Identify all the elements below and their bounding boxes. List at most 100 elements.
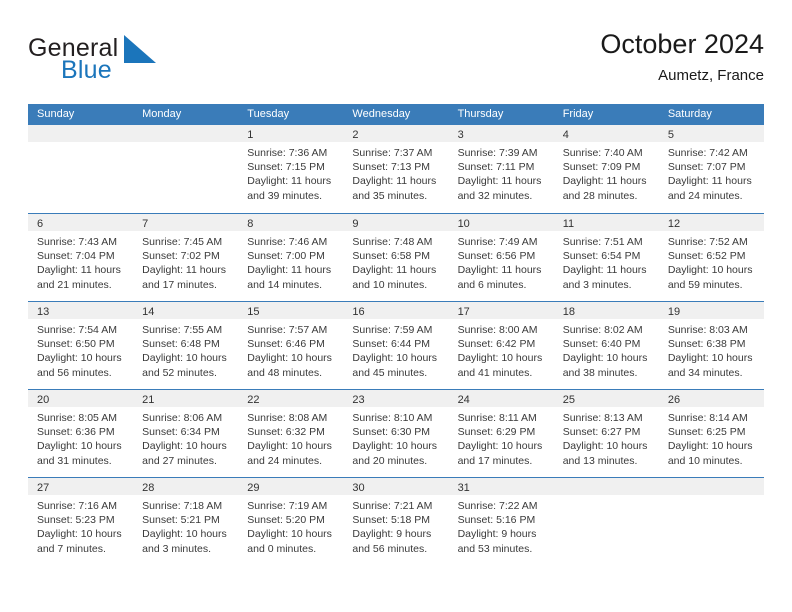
day-detail-line: Daylight: 10 hours: [142, 440, 227, 453]
day-detail-line: Sunrise: 7:42 AM: [667, 147, 748, 159]
day-detail-line: and 31 minutes.: [37, 454, 112, 467]
day-cell[interactable]: 25 Sunrise: 8:13 AM Sunset: 6:27 PM Dayligh…: [553, 390, 659, 477]
day-detail-line: Sunrise: 7:40 AM: [562, 147, 643, 159]
day-number-band: 7: [133, 214, 239, 231]
day-cell[interactable]: 4 Sunrise: 7:40 AM Sunset: 7:09 PM Daylight…: [553, 125, 659, 213]
day-cell[interactable]: 28 Sunrise: 7:18 AM Sunset: 5:21 PM Dayligh…: [133, 478, 239, 565]
day-cell[interactable]: 8 Sunrise: 7:46 AM Sunset: 7:00 PM Daylight…: [238, 214, 344, 301]
day-detail-line: Sunrise: 8:00 AM: [457, 324, 538, 336]
day-cell-empty: [133, 125, 239, 213]
day-number-band: [28, 125, 134, 142]
weekday-header-friday: Friday: [562, 108, 594, 120]
day-detail-line: Sunrise: 7:52 AM: [667, 236, 748, 248]
day-cell[interactable]: 2 Sunrise: 7:37 AM Sunset: 7:13 PM Daylight…: [343, 125, 449, 213]
day-detail-line: Sunrise: 7:21 AM: [352, 500, 433, 512]
day-cell-empty: [553, 478, 659, 565]
day-detail-line: Sunrise: 7:59 AM: [352, 324, 433, 336]
day-detail-line: Sunset: 5:20 PM: [247, 514, 325, 527]
day-detail-line: Sunrise: 7:46 AM: [247, 236, 328, 248]
day-cell[interactable]: 15 Sunrise: 7:57 AM Sunset: 6:46 PM Dayligh…: [238, 302, 344, 389]
day-cell[interactable]: 19 Sunrise: 8:03 AM Sunset: 6:38 PM Dayligh…: [658, 302, 764, 389]
day-number-band: 13: [28, 302, 134, 319]
day-cell[interactable]: 13 Sunrise: 7:54 AM Sunset: 6:50 PM Dayligh…: [28, 302, 134, 389]
day-detail-line: Sunrise: 8:06 AM: [142, 412, 223, 424]
day-detail-line: Daylight: 11 hours: [457, 264, 542, 277]
day-cell[interactable]: 12 Sunrise: 7:52 AM Sunset: 6:52 PM Dayligh…: [658, 214, 764, 301]
day-number: 10: [457, 218, 470, 230]
day-number-band: 18: [553, 302, 659, 319]
day-cell[interactable]: 17 Sunrise: 8:00 AM Sunset: 6:42 PM Dayligh…: [448, 302, 554, 389]
day-cell[interactable]: 22 Sunrise: 8:08 AM Sunset: 6:32 PM Dayligh…: [238, 390, 344, 477]
day-number: 7: [142, 218, 149, 230]
day-cell[interactable]: 7 Sunrise: 7:45 AM Sunset: 7:02 PM Daylight…: [133, 214, 239, 301]
day-details: Sunrise: 7:55 AM Sunset: 6:48 PM Daylight:…: [133, 319, 238, 380]
day-details: Sunrise: 7:59 AM Sunset: 6:44 PM Daylight:…: [343, 319, 448, 380]
day-detail-line: and 34 minutes.: [667, 366, 743, 379]
day-cell[interactable]: 11 Sunrise: 7:51 AM Sunset: 6:54 PM Dayligh…: [553, 214, 659, 301]
day-cell[interactable]: 14 Sunrise: 7:55 AM Sunset: 6:48 PM Dayligh…: [133, 302, 239, 389]
day-cell[interactable]: 1 Sunrise: 7:36 AM Sunset: 7:15 PM Daylight…: [238, 125, 344, 213]
day-cell[interactable]: 16 Sunrise: 7:59 AM Sunset: 6:44 PM Dayligh…: [343, 302, 449, 389]
day-detail-line: and 41 minutes.: [457, 366, 533, 379]
weekday-header-tuesday: Tuesday: [247, 108, 290, 120]
day-detail-line: and 3 minutes.: [562, 278, 632, 291]
day-cell[interactable]: 23 Sunrise: 8:10 AM Sunset: 6:30 PM Dayligh…: [343, 390, 449, 477]
day-cell[interactable]: 21 Sunrise: 8:06 AM Sunset: 6:34 PM Dayligh…: [133, 390, 239, 477]
day-cell[interactable]: 18 Sunrise: 8:02 AM Sunset: 6:40 PM Dayligh…: [553, 302, 659, 389]
day-detail-line: and 7 minutes.: [37, 542, 106, 555]
brand-logo[interactable]: General Blue: [28, 34, 248, 90]
day-number: 14: [142, 306, 155, 318]
day-number-band: 22: [238, 390, 344, 407]
day-cell[interactable]: 26 Sunrise: 8:14 AM Sunset: 6:25 PM Dayligh…: [658, 390, 764, 477]
day-detail-line: Daylight: 11 hours: [562, 175, 647, 188]
day-number: 1: [247, 129, 254, 141]
day-detail-line: Daylight: 10 hours: [37, 352, 122, 365]
day-cell[interactable]: 24 Sunrise: 8:11 AM Sunset: 6:29 PM Dayligh…: [448, 390, 554, 477]
day-detail-line: Sunset: 7:04 PM: [37, 250, 115, 263]
day-detail-line: Daylight: 10 hours: [352, 440, 438, 453]
day-detail-line: and 56 minutes.: [37, 366, 112, 379]
day-detail-line: Sunrise: 7:45 AM: [142, 236, 223, 248]
page-header: General Blue October 2024 Aumetz, France: [28, 28, 764, 94]
weekday-header-row: Sunday Monday Tuesday Wednesday Thursday Frid…: [28, 104, 764, 125]
day-cell[interactable]: 30 Sunrise: 7:21 AM Sunset: 5:18 PM Dayligh…: [343, 478, 449, 565]
day-details: Sunrise: 8:02 AM Sunset: 6:40 PM Daylight:…: [554, 319, 659, 380]
day-detail-line: Daylight: 9 hours: [457, 528, 537, 541]
weekday-header-thursday: Thursday: [457, 108, 504, 120]
day-details: Sunrise: 8:03 AM Sunset: 6:38 PM Daylight:…: [659, 319, 764, 380]
day-cell[interactable]: 27 Sunrise: 7:16 AM Sunset: 5:23 PM Dayligh…: [28, 478, 134, 565]
day-number-band: 23: [343, 390, 449, 407]
day-detail-line: and 24 minutes.: [667, 189, 743, 202]
day-detail-line: Sunrise: 7:19 AM: [247, 500, 328, 512]
day-number-band: 20: [28, 390, 134, 407]
day-number-band: 6: [28, 214, 134, 231]
day-detail-line: Daylight: 11 hours: [352, 264, 437, 277]
day-detail-line: and 6 minutes.: [457, 278, 527, 291]
day-cell[interactable]: 10 Sunrise: 7:49 AM Sunset: 6:56 PM Dayligh…: [448, 214, 554, 301]
day-cell[interactable]: 5 Sunrise: 7:42 AM Sunset: 7:07 PM Daylight…: [658, 125, 764, 213]
day-cell[interactable]: 9 Sunrise: 7:48 AM Sunset: 6:58 PM Daylight…: [343, 214, 449, 301]
day-number-band: 17: [448, 302, 554, 319]
day-detail-line: Sunrise: 7:18 AM: [142, 500, 223, 512]
day-number-band: 26: [658, 390, 764, 407]
day-cell[interactable]: 29 Sunrise: 7:19 AM Sunset: 5:20 PM Dayligh…: [238, 478, 344, 565]
day-detail-line: Sunrise: 7:49 AM: [457, 236, 538, 248]
day-detail-line: Sunrise: 8:08 AM: [247, 412, 328, 424]
day-detail-line: Daylight: 9 hours: [352, 528, 432, 541]
day-details: Sunrise: 7:51 AM Sunset: 6:54 PM Daylight:…: [554, 231, 659, 292]
day-detail-line: Sunset: 6:42 PM: [457, 338, 536, 351]
day-details: Sunrise: 7:19 AM Sunset: 5:20 PM Daylight:…: [238, 495, 343, 556]
day-details: Sunrise: 7:54 AM Sunset: 6:50 PM Daylight:…: [28, 319, 133, 380]
day-cell[interactable]: 6 Sunrise: 7:43 AM Sunset: 7:04 PM Daylight…: [28, 214, 134, 301]
day-cell[interactable]: 3 Sunrise: 7:39 AM Sunset: 7:11 PM Daylight…: [448, 125, 554, 213]
day-detail-line: Sunrise: 8:10 AM: [352, 412, 433, 424]
day-detail-line: and 27 minutes.: [142, 454, 217, 467]
day-detail-line: and 45 minutes.: [352, 366, 428, 379]
day-details: Sunrise: 8:11 AM Sunset: 6:29 PM Daylight:…: [449, 407, 554, 468]
day-number-band: 10: [448, 214, 554, 231]
day-detail-line: Sunset: 5:21 PM: [142, 514, 220, 527]
day-cell[interactable]: 20 Sunrise: 8:05 AM Sunset: 6:36 PM Dayligh…: [28, 390, 134, 477]
day-detail-line: and 48 minutes.: [247, 366, 322, 379]
day-cell[interactable]: 31 Sunrise: 7:22 AM Sunset: 5:16 PM Dayligh…: [448, 478, 554, 565]
day-number-band: 21: [133, 390, 239, 407]
